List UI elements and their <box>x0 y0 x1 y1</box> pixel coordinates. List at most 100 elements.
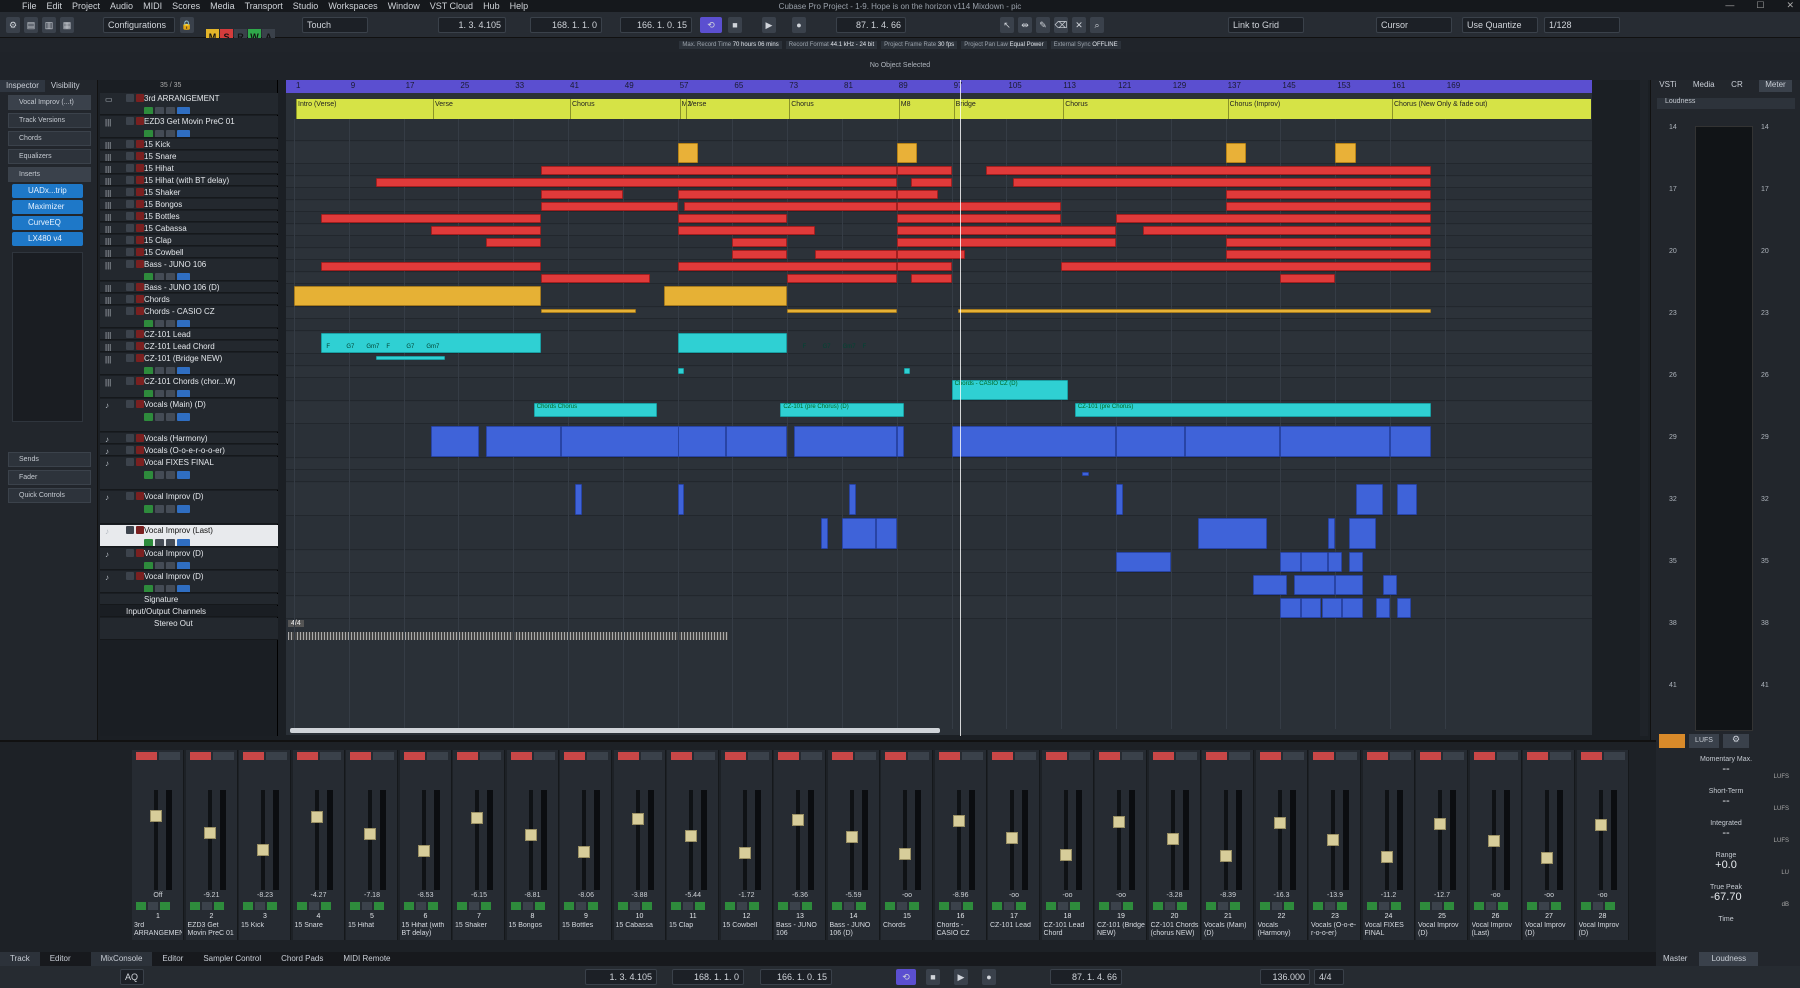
read-button[interactable] <box>510 902 521 910</box>
track-name[interactable]: CZ-101 Chords (chor...W) <box>144 377 236 386</box>
info-value[interactable]: Equal Power <box>1010 42 1044 48</box>
track-mute-solo[interactable] <box>126 307 144 315</box>
clip[interactable] <box>1280 598 1301 618</box>
record-enable-button[interactable] <box>136 492 144 500</box>
channel-name[interactable]: CZ-101 Chords (chorus NEW) <box>1151 922 1199 940</box>
clip[interactable] <box>540 166 897 175</box>
write-button[interactable] <box>683 902 693 910</box>
record-button[interactable] <box>831 752 853 760</box>
track-mute-solo[interactable] <box>126 176 144 184</box>
write-button[interactable] <box>255 902 265 910</box>
mute-button[interactable] <box>126 434 134 442</box>
tab-inspector[interactable]: Inspector <box>0 80 45 92</box>
record-button[interactable] <box>1152 752 1174 760</box>
cursor-mode-select[interactable]: Cursor <box>1376 17 1452 33</box>
fader-value[interactable]: -oo <box>1095 892 1147 899</box>
read-button[interactable] <box>144 390 153 397</box>
fader-value[interactable]: -6.15 <box>453 892 505 899</box>
clip[interactable] <box>1396 598 1411 618</box>
mute-button[interactable] <box>126 236 134 244</box>
menu-studio[interactable]: Studio <box>293 1 319 11</box>
track-mute-solo[interactable] <box>126 330 144 338</box>
fader-handle[interactable] <box>1273 817 1286 829</box>
clip[interactable] <box>561 426 685 457</box>
tab-chord-pads[interactable]: Chord Pads <box>271 952 333 966</box>
edit-button[interactable] <box>166 471 175 479</box>
mute-button[interactable] <box>126 283 134 291</box>
menu-window[interactable]: Window <box>388 1 420 11</box>
fader-handle[interactable] <box>1380 851 1393 863</box>
record-button[interactable] <box>1527 752 1548 760</box>
clip[interactable] <box>1013 178 1432 187</box>
stop-icon[interactable]: ■ <box>728 17 742 33</box>
arranger-event[interactable]: Intro (Verse) <box>298 101 337 108</box>
fader-value[interactable]: -4.27 <box>293 892 345 899</box>
clip[interactable] <box>677 484 685 515</box>
fader-value[interactable]: -8.23 <box>239 892 291 899</box>
record-button[interactable] <box>778 752 799 760</box>
solo-button[interactable] <box>1551 902 1561 910</box>
clip[interactable] <box>896 262 952 271</box>
read-button[interactable] <box>1045 902 1056 910</box>
record-button[interactable] <box>1313 752 1334 760</box>
track-mute-solo[interactable] <box>126 200 144 208</box>
track-name[interactable]: 15 Cowbell <box>144 248 184 257</box>
channel-name[interactable]: Vocals (Harmony) <box>1258 922 1306 940</box>
fader-handle[interactable] <box>203 827 216 839</box>
solo-button[interactable] <box>1444 902 1454 910</box>
monitor-button[interactable] <box>1550 752 1571 760</box>
record-enable-button[interactable] <box>136 342 144 350</box>
section-track-versions[interactable]: Track Versions <box>8 113 91 128</box>
track-name[interactable]: Chords - CASIO CZ <box>144 307 215 316</box>
channel-name[interactable]: Bass - JUNO 106 <box>776 922 824 940</box>
quantize-value-select[interactable]: 1/128 <box>1544 17 1620 33</box>
track-row[interactable]: ♪ Vocal Improv (D) <box>100 548 278 570</box>
info-value[interactable]: 30 fps <box>938 42 954 48</box>
fader-handle[interactable] <box>578 846 590 858</box>
monitor-button[interactable] <box>177 107 190 114</box>
clip[interactable] <box>574 484 582 515</box>
fader-handle[interactable] <box>631 813 644 825</box>
transport-position-left[interactable]: 1. 3. 4.105 <box>585 969 657 985</box>
fader-value[interactable]: -oo <box>1523 892 1575 899</box>
solo-button[interactable] <box>1016 902 1026 910</box>
mute-button[interactable] <box>126 117 134 125</box>
mute-button[interactable] <box>126 446 134 454</box>
edit-button[interactable] <box>166 505 175 513</box>
channel-name[interactable]: 15 Bongos <box>509 922 557 940</box>
clip[interactable] <box>732 250 788 259</box>
monitor-button[interactable] <box>177 130 190 137</box>
monitor-button[interactable] <box>1603 752 1625 760</box>
zoom-tool-icon[interactable]: ⌕ <box>1090 17 1104 33</box>
track-name[interactable]: 15 Hihat (with BT delay) <box>144 176 229 185</box>
write-button[interactable] <box>155 390 164 397</box>
clip[interactable] <box>677 214 788 223</box>
fader-handle[interactable] <box>417 845 430 857</box>
clip[interactable] <box>485 426 562 457</box>
read-button[interactable] <box>617 902 628 910</box>
fader-value[interactable]: -6.36 <box>774 892 826 899</box>
track-row[interactable]: ||| Bass - JUNO 106 (D) <box>100 282 278 293</box>
monitor-button[interactable] <box>747 752 769 760</box>
monitor-button[interactable] <box>854 752 876 760</box>
fader-handle[interactable] <box>845 831 858 843</box>
track-row[interactable]: ||| 15 Snare <box>100 151 278 162</box>
track-row[interactable]: ||| 15 Cowbell <box>100 247 278 258</box>
clip[interactable]: Chords - CASIO CZ (D) <box>951 380 1069 400</box>
clip[interactable] <box>321 214 541 223</box>
clip[interactable] <box>1225 250 1432 259</box>
section-quick-controls[interactable]: Quick Controls <box>8 488 91 503</box>
write-button[interactable] <box>1218 902 1228 910</box>
record-button[interactable] <box>510 752 532 760</box>
solo-button[interactable] <box>534 902 545 910</box>
read-button[interactable] <box>724 902 735 910</box>
write-button[interactable] <box>1592 902 1603 910</box>
mute-button[interactable] <box>126 295 134 303</box>
mute-button[interactable] <box>126 212 134 220</box>
channel-name[interactable]: CZ-101 Lead <box>990 922 1038 940</box>
menu-file[interactable]: File <box>22 1 37 11</box>
clip[interactable] <box>1116 552 1171 572</box>
menu-project[interactable]: Project <box>72 1 100 11</box>
read-button[interactable] <box>1152 902 1163 910</box>
read-button[interactable] <box>144 320 153 327</box>
